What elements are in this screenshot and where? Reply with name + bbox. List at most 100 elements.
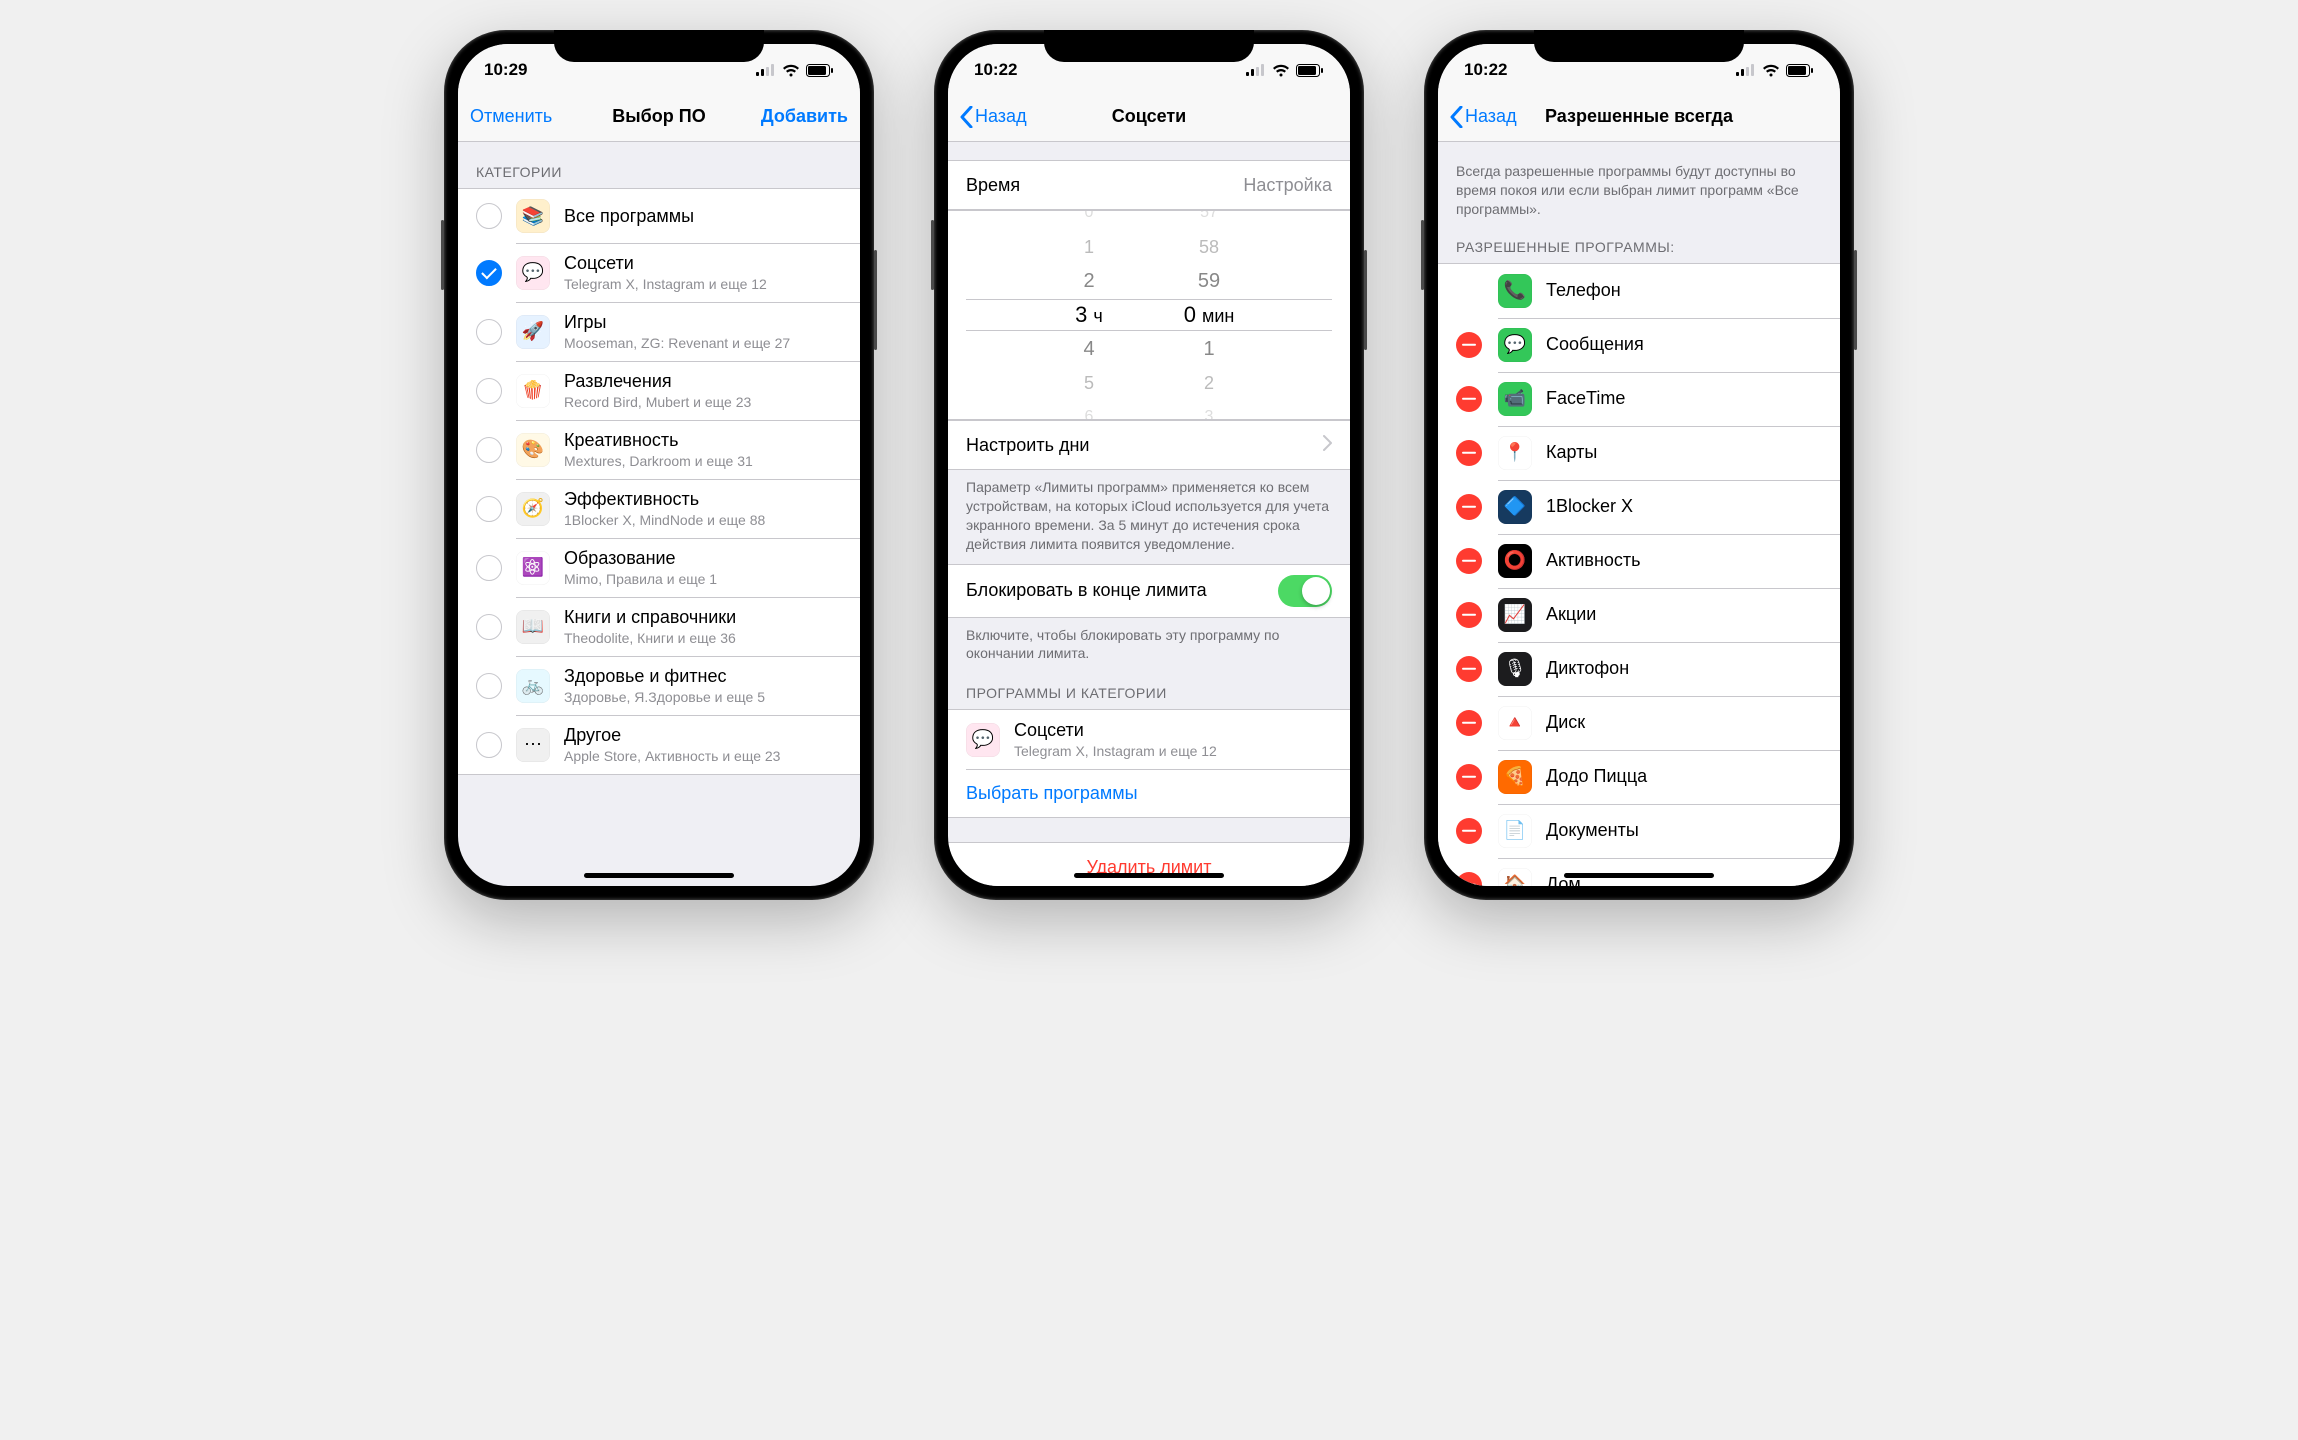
time-row[interactable]: Время Настройка [948, 161, 1350, 209]
picker-minutes-unit: мин [1202, 299, 1234, 333]
category-title: Креативность [564, 430, 753, 451]
remove-button[interactable] [1456, 494, 1482, 520]
notch [1534, 30, 1744, 62]
block-at-end-row: Блокировать в конце лимита [948, 565, 1350, 617]
allowed-app-row[interactable]: 🔺Диск [1438, 696, 1840, 750]
app-icon: 🎙 [1498, 652, 1532, 686]
radio-unchecked[interactable] [476, 437, 502, 463]
category-subtitle: Record Bird, Mubert и еще 23 [564, 394, 751, 410]
radio-unchecked[interactable] [476, 378, 502, 404]
category-row[interactable]: 🚀ИгрыMooseman, ZG: Revenant и еще 27 [458, 302, 860, 361]
nav-title: Выбор ПО [612, 106, 705, 127]
category-row[interactable]: 📚Все программы [458, 189, 860, 243]
book-icon: 📖 [516, 610, 550, 644]
allowed-app-row[interactable]: 📹FaceTime [1438, 372, 1840, 426]
allowed-app-row[interactable]: ⭕Активность [1438, 534, 1840, 588]
app-icon: 🏠 [1498, 868, 1532, 886]
app-name: Телефон [1546, 280, 1621, 301]
nav-bar: Назад Разрешенные всегда [1438, 92, 1840, 142]
radio-unchecked[interactable] [476, 555, 502, 581]
phone-frame-3: 10:22 Назад Разрешенные всегда Всегда ра… [1424, 30, 1854, 900]
allowed-app-row[interactable]: 🎙 Диктофон [1438, 642, 1840, 696]
chevron-left-icon [960, 106, 973, 128]
remove-button[interactable] [1456, 764, 1482, 790]
category-subtitle: Mimo, Правила и еще 1 [564, 571, 717, 587]
more-icon: ⋯ [516, 728, 550, 762]
delete-limit-button[interactable]: Удалить лимит [948, 842, 1350, 886]
category-row[interactable]: 🎨КреативностьMextures, Darkroom и еще 31 [458, 420, 860, 479]
status-icons [1736, 64, 1814, 77]
status-time: 10:22 [1464, 60, 1507, 80]
screen-3: 10:22 Назад Разрешенные всегда Всегда ра… [1438, 44, 1840, 886]
allowed-app-row[interactable]: 📈Акции [1438, 588, 1840, 642]
cellular-icon [756, 64, 776, 76]
category-list-container[interactable]: Категории 📚Все программы💬СоцсетиTelegram… [458, 142, 860, 886]
time-picker[interactable]: 0 1 2 3ч 4 5 6 57 58 59 0мин 1 2 3 [948, 210, 1350, 420]
cancel-button[interactable]: Отменить [470, 106, 552, 127]
radio-unchecked[interactable] [476, 496, 502, 522]
back-button[interactable]: Назад [960, 106, 1027, 128]
picker-hours-value: 3 [1075, 302, 1087, 327]
radio-unchecked[interactable] [476, 319, 502, 345]
remove-button[interactable] [1456, 440, 1482, 466]
remove-button[interactable] [1456, 872, 1482, 886]
picker-hours-col[interactable]: 0 1 2 3ч 4 5 6 [1029, 210, 1149, 420]
block-toggle-list: Блокировать в конце лимита [948, 564, 1350, 618]
screen-1: 10:29 Отменить Выбор ПО Добавить Категор… [458, 44, 860, 886]
category-title: Соцсети [1014, 720, 1217, 741]
app-name: Диктофон [1546, 658, 1629, 679]
home-indicator[interactable] [1564, 873, 1714, 878]
app-icon: 📹 [1498, 382, 1532, 416]
category-row[interactable]: 📖Книги и справочникиTheodolite, Книги и … [458, 597, 860, 656]
category-row[interactable]: 🍿РазвлеченияRecord Bird, Mubert и еще 23 [458, 361, 860, 420]
app-name: Активность [1546, 550, 1641, 571]
picker-minutes-col[interactable]: 57 58 59 0мин 1 2 3 [1149, 210, 1269, 420]
category-social-row[interactable]: 💬 Соцсети Telegram X, Instagram и еще 12 [948, 710, 1350, 769]
category-row[interactable]: 🧭Эффективность1Blocker X, MindNode и еще… [458, 479, 860, 538]
remove-button[interactable] [1456, 602, 1482, 628]
category-subtitle: Mooseman, ZG: Revenant и еще 27 [564, 335, 790, 351]
limit-settings-container[interactable]: Время Настройка 0 1 2 3ч 4 5 6 57 58 59 [948, 142, 1350, 886]
remove-button[interactable] [1456, 710, 1482, 736]
category-row[interactable]: 💬СоцсетиTelegram X, Instagram и еще 12 [458, 243, 860, 302]
allowed-apps-container[interactable]: Всегда разрешенные программы будут досту… [1438, 142, 1840, 886]
remove-button[interactable] [1456, 548, 1482, 574]
radio-checked[interactable] [476, 260, 502, 286]
radio-unchecked[interactable] [476, 673, 502, 699]
remove-button[interactable] [1456, 332, 1482, 358]
category-row[interactable]: ⚛️ОбразованиеMimo, Правила и еще 1 [458, 538, 860, 597]
radio-unchecked[interactable] [476, 203, 502, 229]
allowed-app-row[interactable]: 📞Телефон [1438, 264, 1840, 318]
app-name: Сообщения [1546, 334, 1644, 355]
back-label: Назад [1465, 106, 1517, 127]
remove-button[interactable] [1456, 818, 1482, 844]
limits-footer: Параметр «Лимиты программ» применяется к… [948, 470, 1350, 564]
radio-unchecked[interactable] [476, 614, 502, 640]
block-toggle[interactable] [1278, 575, 1332, 607]
home-indicator[interactable] [584, 873, 734, 878]
radio-unchecked[interactable] [476, 732, 502, 758]
remove-button[interactable] [1456, 656, 1482, 682]
choose-apps-row[interactable]: Выбрать программы [948, 769, 1350, 817]
add-button[interactable]: Добавить [761, 106, 848, 127]
battery-icon [806, 64, 834, 77]
section-apps-categories: Программы и категории [948, 673, 1350, 709]
home-indicator[interactable] [1074, 873, 1224, 878]
allowed-app-row[interactable]: 📍Карты [1438, 426, 1840, 480]
back-button[interactable]: Назад [1450, 106, 1517, 128]
allowed-app-row[interactable]: 🍕Додо Пицца [1438, 750, 1840, 804]
remove-button[interactable] [1456, 386, 1482, 412]
chat-icon: 💬 [516, 256, 550, 290]
allowed-app-row[interactable]: 💬Сообщения [1438, 318, 1840, 372]
allowed-app-row[interactable]: 🔷1Blocker X [1438, 480, 1840, 534]
category-row[interactable]: 🚲Здоровье и фитнесЗдоровье, Я.Здоровье и… [458, 656, 860, 715]
app-name: Документы [1546, 820, 1639, 841]
category-row[interactable]: ⋯ДругоеApple Store, Активность и еще 23 [458, 715, 860, 774]
app-icon: 🔺 [1498, 706, 1532, 740]
customize-days-list: Настроить дни [948, 420, 1350, 470]
picker-minutes-value: 0 [1184, 302, 1196, 327]
status-icons [756, 64, 834, 77]
allowed-app-row[interactable]: 🏠Дом [1438, 858, 1840, 886]
customize-days-row[interactable]: Настроить дни [948, 421, 1350, 469]
allowed-app-row[interactable]: 📄Документы [1438, 804, 1840, 858]
